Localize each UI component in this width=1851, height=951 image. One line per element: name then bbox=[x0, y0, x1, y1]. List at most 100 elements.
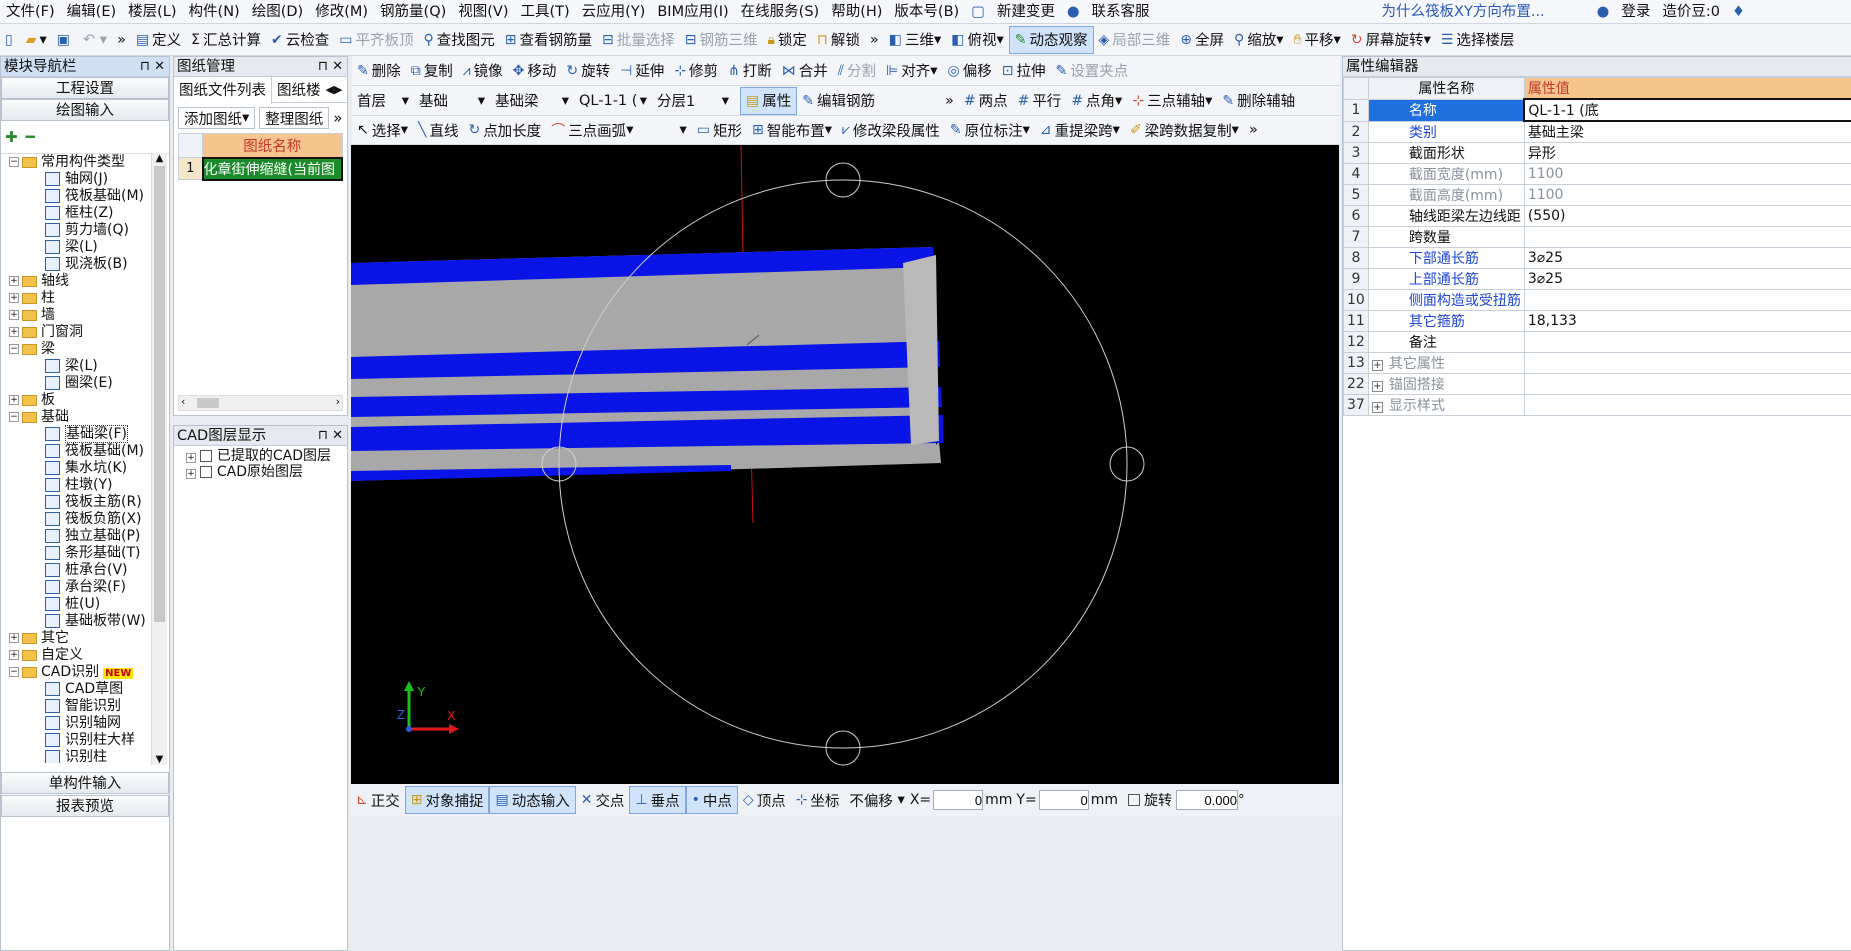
menu-item[interactable]: 绘图(D) bbox=[246, 0, 309, 24]
table-row[interactable]: 11 其它箍筋 18,133 bbox=[1343, 310, 1851, 332]
scroll-thumb[interactable] bbox=[154, 166, 165, 622]
property-value[interactable] bbox=[1523, 373, 1851, 395]
pin-close-icon[interactable]: ⊓ ✕ bbox=[318, 426, 343, 446]
property-value[interactable]: 18,133 bbox=[1523, 310, 1851, 332]
merge-button[interactable]: ⋈ 合并 bbox=[777, 57, 833, 85]
subtype-select[interactable]: 基础梁 ▾ bbox=[490, 87, 574, 115]
three-point-arc-button[interactable]: ⌒ 三点画弧 ▾ bbox=[546, 116, 638, 144]
rotate-input[interactable] bbox=[1176, 790, 1238, 810]
tree-item[interactable]: 筏板主筋(R) bbox=[5, 494, 169, 511]
menu-item[interactable]: 帮助(H) bbox=[825, 0, 888, 24]
tree-item[interactable]: 框柱(Z) bbox=[5, 205, 169, 222]
table-row[interactable]: 5 截面高度(mm) 1100 bbox=[1343, 184, 1851, 206]
tree-item[interactable]: − 基础 bbox=[5, 409, 169, 426]
menu-item[interactable]: BIM应用(I) bbox=[651, 0, 734, 24]
bell-icon[interactable]: ♦ bbox=[1726, 0, 1751, 24]
tree-item[interactable]: 桩承台(V) bbox=[5, 562, 169, 579]
unlock-button[interactable]: ⊓ 解锁 bbox=[812, 26, 865, 54]
tab-drawing-list[interactable]: 图纸文件列表 bbox=[174, 75, 272, 104]
expand-icon[interactable]: + bbox=[1371, 360, 1383, 371]
rebar-3d-button[interactable]: ⊟ 钢筋三维 bbox=[680, 26, 763, 54]
screen-rotate-button[interactable]: ↻ 屏幕旋转 ▾ bbox=[1346, 26, 1436, 54]
pan-button[interactable]: ✋︎ 平移 ▾ bbox=[1289, 26, 1346, 54]
undo-icon[interactable]: ↶ ▾ bbox=[78, 26, 112, 54]
drawing-input-button[interactable]: 绘图输入 bbox=[1, 99, 169, 121]
engineering-settings-button[interactable]: 工程设置 bbox=[1, 77, 169, 99]
lock-button[interactable]: 🔒︎ 锁定 bbox=[762, 26, 811, 54]
stretch-button[interactable]: ⊡ 拉伸 bbox=[997, 57, 1051, 85]
split-button[interactable]: ⫽ 分割 bbox=[833, 57, 881, 85]
component-select[interactable]: QL-1-1 (▾ bbox=[574, 87, 652, 115]
checkbox[interactable] bbox=[200, 450, 213, 462]
table-row[interactable]: 3 截面形状 异形 bbox=[1343, 142, 1851, 164]
tree-item[interactable]: 基础板带(W) bbox=[5, 613, 169, 630]
offset-select[interactable]: 不偏移 ▾ bbox=[844, 786, 909, 814]
midpoint-snap[interactable]: • 中点 bbox=[685, 786, 738, 814]
table-row[interactable]: 1 名称 QL-1-1 (底 bbox=[1343, 98, 1851, 122]
menu-item[interactable]: 修改(M) bbox=[309, 0, 374, 24]
property-value[interactable]: 1100 bbox=[1523, 184, 1851, 206]
expand-icon[interactable]: + bbox=[1371, 381, 1383, 392]
parallel-axis-button[interactable]: # 平行 bbox=[1013, 87, 1067, 115]
flush-slab-button[interactable]: ▭ 平齐板顶 bbox=[334, 26, 418, 54]
mirror-button[interactable]: ⩘ 镜像 bbox=[458, 57, 508, 85]
table-row[interactable]: 10 侧面构造或受扭筋 bbox=[1343, 289, 1851, 311]
property-value[interactable]: 1100 bbox=[1523, 163, 1851, 185]
tree-item[interactable]: 梁(L) bbox=[5, 239, 169, 256]
cad-layer-item[interactable]: + 已提取的CAD图层 bbox=[186, 448, 347, 464]
menu-item[interactable]: 在线服务(S) bbox=[735, 0, 826, 24]
local-3d-button[interactable]: ◈ 局部三维 bbox=[1094, 26, 1176, 54]
tree-item[interactable]: 梁(L) bbox=[5, 358, 169, 375]
tree-item[interactable]: 圈梁(E) bbox=[5, 375, 169, 392]
tree-item[interactable]: 柱墩(Y) bbox=[5, 477, 169, 494]
property-value[interactable] bbox=[1523, 331, 1851, 353]
expand-icon[interactable]: + bbox=[9, 633, 19, 643]
object-snap-toggle[interactable]: ⊞ 对象捕捉 bbox=[404, 786, 490, 814]
tree-item[interactable]: 筏板基础(M) bbox=[5, 188, 169, 205]
tree-item[interactable]: 剪力墙(Q) bbox=[5, 222, 169, 239]
tree-item[interactable]: 识别轴网 bbox=[5, 715, 169, 732]
delete-button[interactable]: ✎ 删除 bbox=[352, 57, 406, 85]
table-row[interactable]: 12 备注 bbox=[1343, 331, 1851, 353]
coordinate-snap[interactable]: ⊹ 坐标 bbox=[791, 786, 845, 814]
x-input[interactable] bbox=[933, 790, 984, 810]
top-view-button[interactable]: ◧ 俯视 ▾ bbox=[946, 26, 1009, 54]
line-button[interactable]: ╲ 直线 bbox=[413, 116, 463, 144]
three-point-axis-button[interactable]: ⊹ 三点辅轴 ▾ bbox=[1127, 87, 1217, 115]
property-value[interactable] bbox=[1523, 226, 1851, 248]
drawing-name-cell[interactable]: 化章街伸缩缝(当前图 bbox=[201, 156, 343, 181]
summary-button[interactable]: Σ 汇总计算 bbox=[186, 26, 266, 54]
overflow-icon[interactable]: » bbox=[1244, 116, 1263, 144]
collapse-icon[interactable]: − bbox=[9, 667, 19, 677]
break-button[interactable]: ⋔ 打断 bbox=[723, 57, 777, 85]
menu-item[interactable]: 钢筋量(Q) bbox=[374, 0, 452, 24]
add-drawing-button[interactable]: 添加图纸 ▾ bbox=[178, 107, 256, 129]
expand-icon[interactable]: + bbox=[1371, 402, 1383, 413]
3d-button[interactable]: ◧ 三维 ▾ bbox=[884, 26, 947, 54]
re-extract-span-button[interactable]: ⊿ 重提梁跨 ▾ bbox=[1035, 116, 1125, 144]
tree-item[interactable]: 智能识别 bbox=[5, 698, 169, 715]
smart-layout-button[interactable]: ⊞ 智能布置 ▾ bbox=[747, 116, 837, 144]
save-icon[interactable]: ▣ bbox=[52, 26, 78, 54]
tree-item[interactable]: − 梁 bbox=[5, 341, 169, 358]
tidy-drawing-button[interactable]: 整理图纸 bbox=[259, 107, 330, 129]
menu-item[interactable]: 楼层(L) bbox=[122, 0, 182, 24]
copy-button[interactable]: ⧉ 复制 bbox=[406, 57, 458, 85]
expand-icon[interactable]: + bbox=[9, 276, 19, 286]
expand-icon[interactable]: + bbox=[9, 327, 19, 337]
menu-item[interactable]: 构件(N) bbox=[183, 0, 246, 24]
checkbox[interactable] bbox=[200, 466, 213, 478]
properties-button[interactable]: ▤ 属性 bbox=[740, 86, 798, 115]
question-link[interactable]: 为什么筏板XY方向布置... bbox=[1376, 0, 1551, 24]
overflow-icon[interactable]: » bbox=[940, 87, 959, 115]
table-row[interactable]: 8 下部通长筋 3⌀25 bbox=[1343, 247, 1851, 269]
y-input[interactable] bbox=[1038, 790, 1089, 810]
intersection-snap[interactable]: ✕ 交点 bbox=[576, 786, 630, 814]
overflow-icon[interactable]: » bbox=[112, 26, 131, 54]
overflow-icon[interactable]: » bbox=[333, 109, 342, 127]
tree-item[interactable]: − CAD识别 NEW bbox=[5, 664, 169, 681]
layer-select[interactable]: 分层1 ▾ bbox=[652, 87, 734, 115]
scroll-down-icon[interactable]: ▼ bbox=[152, 754, 167, 765]
new-file-icon[interactable]: ▯ bbox=[0, 26, 21, 54]
property-value[interactable] bbox=[1523, 352, 1851, 374]
